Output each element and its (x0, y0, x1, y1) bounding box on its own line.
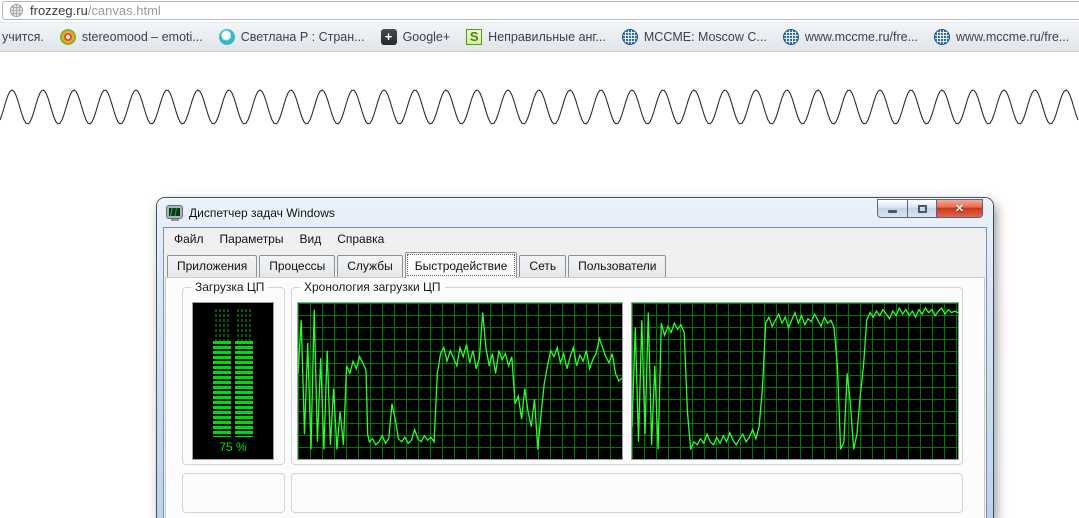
url-path: /canvas.html (87, 3, 161, 18)
memory-groupbox-partial (182, 473, 285, 513)
bookmark-label: www.mccme.ru/fre... (804, 30, 919, 44)
tab[interactable]: Процессы (259, 255, 336, 277)
cpu-usage-meter: 75 % (192, 302, 274, 460)
menu-bar: Файл Параметры Вид Справка (164, 228, 986, 250)
tab[interactable]: Приложения (167, 255, 258, 277)
bookmark-label: учится. (2, 30, 44, 44)
tab[interactable]: Службы (337, 255, 403, 277)
page-content: Диспетчер задач Windows ✕ Файл Параметры В… (0, 53, 1079, 518)
url-field[interactable]: frozzeg.ru/canvas.html (2, 1, 1079, 20)
bookmark-item[interactable]: Светлана Р : Стран... (211, 26, 373, 48)
maximize-button[interactable] (907, 199, 937, 218)
menu-item[interactable]: Файл (166, 229, 212, 249)
cpu-history-graph-1 (297, 302, 623, 460)
led-columns (213, 309, 253, 437)
led-column (213, 309, 231, 437)
menu-item[interactable]: Параметры (212, 229, 292, 249)
tab-active[interactable]: Быстродействие (404, 252, 518, 278)
title-bar[interactable]: Диспетчер задач Windows (163, 198, 987, 227)
cpu-usage-groupbox: Загрузка ЦП 75 % (182, 280, 285, 465)
bookmark-label: Неправильные анг... (488, 30, 606, 44)
bookmark-label: www.mccme.ru/fre... (956, 30, 1070, 44)
bookmark-label: Светлана Р : Стран... (240, 30, 365, 44)
cpu-history-groupbox: Хронология загрузки ЦП (291, 280, 963, 465)
task-manager-icon (167, 205, 183, 221)
maximize-icon (917, 204, 927, 213)
close-icon: ✕ (954, 203, 965, 215)
teal-circle-icon (218, 29, 235, 45)
tab[interactable]: Пользователи (568, 255, 667, 277)
googleplus-icon: + (380, 29, 397, 45)
bookmarks-bar: учится. stereomood – emoti... Светлана Р :… (0, 22, 1079, 52)
stereomood-icon (59, 29, 76, 45)
globe-icon (782, 29, 799, 45)
url-domain: frozzeg.ru (30, 3, 88, 18)
task-manager-window: Диспетчер задач Windows ✕ Файл Параметры В… (157, 198, 993, 518)
bookmark-item[interactable]: www.mccme.ru/fre... (775, 26, 926, 48)
led-column (235, 309, 253, 437)
cpu-usage-label: Загрузка ЦП (191, 280, 269, 294)
minimize-icon (888, 210, 897, 213)
memory-history-groupbox-partial (291, 473, 963, 513)
bookmark-item[interactable]: + Google+ (373, 26, 459, 48)
bookmark-item[interactable]: MCCME: Moscow C... (614, 26, 775, 48)
bookmark-label: stereomood – emoti... (81, 30, 203, 44)
window-client-area: Файл Параметры Вид Справка Приложения Процес… (163, 227, 987, 518)
bookmark-label: MCCME: Moscow C... (643, 30, 767, 44)
letter-s-icon: S (466, 29, 483, 45)
bookmark-item[interactable]: учится. (0, 26, 52, 48)
cpu-history-label: Хронология загрузки ЦП (300, 280, 445, 294)
menu-item[interactable]: Вид (291, 229, 329, 249)
globe-icon (934, 29, 951, 45)
bookmark-item[interactable]: stereomood – emoti... (52, 26, 211, 48)
tab-strip: Приложения Процессы Службы Быстродействие Се… (164, 250, 986, 278)
performance-tab-page: Загрузка ЦП 75 % Хронология загрузки ЦП (165, 277, 985, 518)
bookmark-item[interactable]: S Неправильные анг... (458, 26, 614, 48)
globe-icon (621, 29, 638, 45)
bookmark-item[interactable]: www.mccme.ru/fre... (926, 26, 1077, 48)
cpu-usage-value: 75 % (219, 440, 247, 454)
bookmark-label: Google+ (402, 30, 451, 44)
close-button[interactable]: ✕ (937, 199, 983, 218)
cpu-history-graph-2 (631, 302, 959, 460)
canvas-wave (0, 89, 1079, 125)
window-controls: ✕ (877, 199, 983, 218)
browser-address-bar: frozzeg.ru/canvas.html (0, 0, 1079, 22)
window-title: Диспетчер задач Windows (189, 205, 335, 220)
menu-item[interactable]: Справка (329, 229, 392, 249)
url-text: frozzeg.ru/canvas.html (30, 3, 161, 18)
tab[interactable]: Сеть (519, 255, 567, 277)
globe-icon (10, 4, 23, 17)
minimize-button[interactable] (877, 199, 907, 218)
